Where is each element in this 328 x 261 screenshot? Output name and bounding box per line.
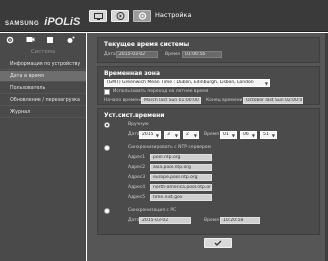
set-time-title: Уст.сист.времени	[104, 112, 165, 119]
page-title: Настройка	[155, 11, 192, 19]
ntp-address1-label: Адрес1	[128, 155, 146, 160]
dst-label: Использовать переход на летнее время	[113, 89, 209, 94]
checkmark-icon	[214, 240, 222, 246]
current-time-panel: Текущее время системы Дата 2015-03-02 Вр…	[97, 37, 320, 63]
system-settings-tab[interactable]	[40, 33, 60, 46]
manual-radio[interactable]	[104, 122, 110, 128]
current-date-label: Дата	[104, 52, 116, 57]
year-value: 2015	[142, 132, 154, 137]
day-select[interactable]: 2 ▼	[183, 131, 199, 139]
pc-date-label: Дата	[128, 218, 140, 223]
chevron-down-icon: ▼	[174, 133, 178, 138]
minute-value: 06	[243, 132, 249, 137]
dst-start-label: Начало времени	[104, 98, 143, 103]
product-name: iPOLiS	[44, 16, 81, 28]
ntp-address5-input[interactable]: time.nist.gov	[150, 194, 212, 201]
timezone-selected-value: (GMT) Greenwich Mean Time : Dublin, Edin…	[107, 80, 254, 85]
ntp-address2-label: Адрес2	[128, 165, 146, 170]
chevron-down-icon: ▼	[231, 133, 235, 138]
day-value: 2	[186, 132, 189, 137]
dst-end-label: Конец времени	[206, 98, 243, 103]
chevron-down-icon: ▼	[264, 81, 268, 86]
manual-date-label: Дата	[128, 132, 140, 137]
hour-select[interactable]: 01 ▼	[220, 131, 237, 139]
timezone-select[interactable]: (GMT) Greenwich Mean Time : Dublin, Edin…	[104, 79, 270, 87]
minute-select[interactable]: 06 ▼	[240, 131, 257, 139]
playback-button[interactable]	[111, 10, 129, 22]
pc-sync-label: Синхронизация с PC	[128, 208, 177, 213]
playback-icon	[116, 12, 124, 20]
timezone-title: Временная зона	[104, 70, 160, 77]
setup-button[interactable]	[133, 10, 151, 22]
sidebar-item-upgrade-reboot[interactable]: Обновление / перезагрузка	[0, 95, 86, 106]
setup-icon	[138, 12, 146, 20]
set-time-panel: Уст.сист.времени Вручную Дата 2015 ▼ 3 ▼…	[97, 108, 320, 235]
ntp-address1-input[interactable]: pool.ntp.org	[150, 154, 212, 161]
second-select[interactable]: 51 ▼	[260, 131, 277, 139]
logo: SAMSUNG iPOLiS	[5, 10, 80, 29]
month-value: 3	[167, 132, 170, 137]
ntp-radio[interactable]	[104, 145, 110, 151]
camera-icon	[26, 37, 34, 42]
ntp-address3-input[interactable]: europe.pool.ntp.org	[150, 174, 212, 181]
sidebar-item-user[interactable]: Пользователь	[0, 83, 86, 94]
basic-settings-tab[interactable]	[0, 33, 20, 46]
dst-checkbox[interactable]	[104, 89, 110, 95]
pc-date-field: 2015-03-02	[139, 217, 191, 224]
brand-name: SAMSUNG	[5, 21, 40, 27]
current-time-label: Время	[165, 52, 180, 57]
pc-time-field: 10:20:58	[220, 217, 260, 224]
sidebar: Система Информация по устройству Дата и …	[0, 33, 86, 261]
event-icon	[67, 36, 74, 43]
timezone-panel: Временная зона (GMT) Greenwich Mean Time…	[97, 66, 320, 105]
hour-value: 01	[223, 132, 229, 137]
pc-sync-radio[interactable]	[104, 208, 110, 214]
ntp-address4-input[interactable]: north-america.pool.ntp.org	[150, 184, 212, 191]
current-time-field: 01:06:56	[182, 51, 222, 58]
current-time-title: Текущее время системы	[104, 41, 190, 48]
sidebar-section-title: Система	[30, 49, 56, 55]
manual-time-label: Время	[204, 132, 219, 137]
current-date-field: 2015-03-02	[116, 51, 158, 58]
dst-start-field: March last Sun 01:00:00	[141, 97, 201, 104]
pc-time-label: Время	[204, 218, 219, 223]
manual-label: Вручную	[128, 122, 149, 127]
ntp-address4-label: Адрес4	[128, 185, 146, 190]
gear-icon	[6, 36, 14, 43]
sidebar-item-date-time[interactable]: Дата и время	[0, 71, 86, 82]
year-select[interactable]: 2015 ▼	[139, 131, 161, 139]
apply-button[interactable]	[204, 238, 232, 248]
monitor-icon	[93, 12, 103, 20]
sidebar-item-device-info[interactable]: Информация по устройству	[0, 59, 86, 70]
top-bar: SAMSUNG iPOLiS Настройка	[0, 0, 328, 32]
ntp-address5-label: Адрес5	[128, 195, 146, 200]
system-icon	[47, 36, 53, 43]
second-value: 51	[263, 132, 269, 137]
chevron-down-icon: ▼	[251, 133, 255, 138]
chevron-down-icon: ▼	[193, 133, 197, 138]
monitor-button[interactable]	[89, 10, 107, 22]
event-settings-tab[interactable]	[60, 33, 80, 46]
video-settings-tab[interactable]	[20, 33, 40, 46]
ntp-address2-input[interactable]: asia.pool.ntp.org	[150, 164, 212, 171]
chevron-down-icon: ▼	[155, 133, 159, 138]
main-content: Текущее время системы Дата 2015-03-02 Вр…	[87, 33, 328, 261]
sidebar-category-icons	[0, 33, 86, 46]
dst-end-field: October last Sun 02:00:00	[243, 97, 303, 104]
ntp-address3-label: Адрес3	[128, 175, 146, 180]
sidebar-item-log[interactable]: Журнал	[0, 107, 86, 118]
chevron-down-icon: ▼	[271, 133, 275, 138]
month-select[interactable]: 3 ▼	[164, 131, 180, 139]
ntp-label: Синхронизировать с NTP сервером	[128, 145, 211, 150]
